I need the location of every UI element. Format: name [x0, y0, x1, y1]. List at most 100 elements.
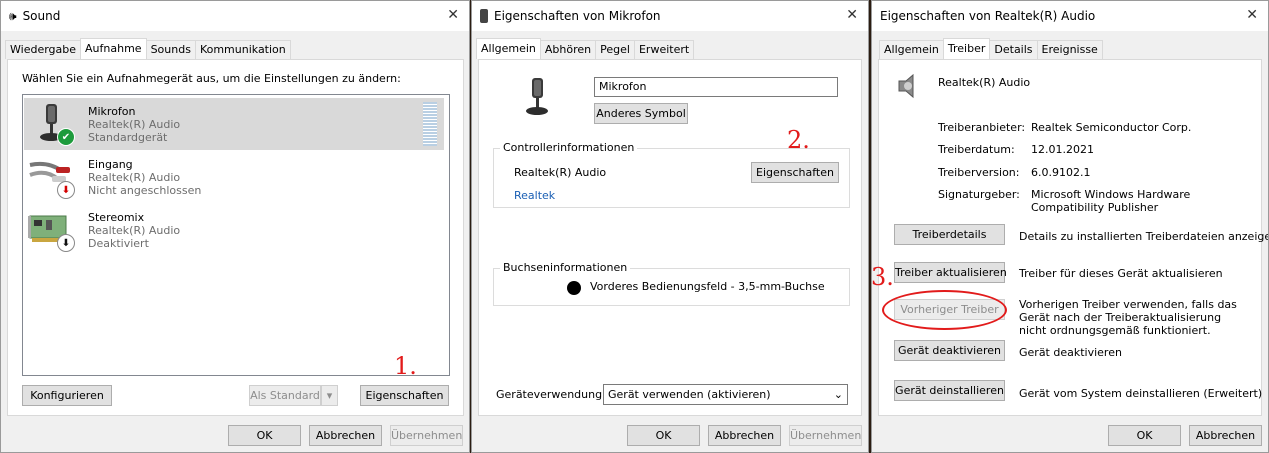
- version-value: 6.0.9102.1: [1031, 166, 1091, 179]
- device-name: Eingang: [88, 158, 133, 171]
- driver-details-button[interactable]: Treiberdetails: [894, 224, 1005, 245]
- tab-allgemein[interactable]: Allgemein: [879, 40, 944, 59]
- tab-ereignisse[interactable]: Ereignisse: [1036, 40, 1103, 59]
- device-status: Nicht angeschlossen: [88, 184, 202, 197]
- speaker-icon: [895, 72, 919, 100]
- tab-details[interactable]: Details: [989, 40, 1038, 59]
- annotation-number: 2.: [787, 126, 810, 154]
- level-meter: [423, 102, 437, 146]
- usage-select[interactable]: Gerät verwenden (aktivieren) ⌄: [603, 384, 848, 405]
- mic-titlebar[interactable]: Eigenschaften von Mikrofon ✕: [472, 1, 868, 31]
- tab-sounds[interactable]: Sounds: [145, 40, 196, 59]
- device-name: Stereomix: [88, 211, 145, 224]
- version-key: Treiberversion:: [938, 166, 1020, 179]
- tab-treiber[interactable]: Treiber: [942, 38, 991, 59]
- realtek-properties-window: Eigenschaften von Realtek(R) Audio ✕ All…: [871, 0, 1269, 453]
- device-driver: Realtek(R) Audio: [88, 118, 181, 131]
- tab-allgemein[interactable]: Allgemein: [476, 38, 541, 59]
- tab-abhoeren[interactable]: Abhören: [539, 40, 597, 59]
- uninstall-device-desc: Gerät vom System deinstallieren (Erweite…: [1019, 387, 1263, 400]
- chevron-down-icon: ⌄: [833, 388, 843, 401]
- date-key: Treiberdatum:: [938, 143, 1015, 156]
- tab-pegel[interactable]: Pegel: [595, 40, 635, 59]
- close-icon[interactable]: ✕: [447, 7, 459, 23]
- apply-button[interactable]: Übernehmen: [789, 425, 862, 446]
- ok-button[interactable]: OK: [627, 425, 700, 446]
- window-title: Eigenschaften von Mikrofon: [494, 9, 661, 23]
- tab-panel: Realtek(R) Audio Treiberanbieter: Realte…: [872, 59, 1268, 416]
- rollback-highlight-ellipse: [882, 290, 1007, 330]
- close-icon[interactable]: ✕: [1246, 7, 1258, 23]
- list-item[interactable]: ⬇ Eingang Realtek(R) Audio Nicht angesch…: [24, 151, 444, 203]
- down-arrow-red-badge-icon: ⬇: [57, 181, 75, 199]
- realtek-titlebar[interactable]: Eigenschaften von Realtek(R) Audio ✕: [872, 1, 1268, 31]
- tab-strip: Allgemein Abhören Pegel Erweitert: [476, 38, 695, 59]
- jack-text: Vorderes Bedienungsfeld - 3,5-mm-Buchse: [590, 280, 825, 293]
- tab-kommunikation[interactable]: Kommunikation: [194, 40, 291, 59]
- jack-legend: Buchseninformationen: [500, 261, 631, 274]
- ok-button[interactable]: OK: [1108, 425, 1181, 446]
- device-status: Standardgerät: [88, 131, 168, 144]
- device-list[interactable]: ✔ Mikrofon Realtek(R) Audio Standardgerä…: [22, 94, 450, 376]
- disable-device-button[interactable]: Gerät deaktivieren: [894, 340, 1005, 361]
- cancel-button[interactable]: Abbrechen: [708, 425, 781, 446]
- signer-value: Microsoft Windows Hardware Compatibility…: [1031, 188, 1191, 214]
- ok-button[interactable]: OK: [228, 425, 301, 446]
- change-icon-button[interactable]: Anderes Symbol: [594, 103, 688, 124]
- device-name-input[interactable]: Mikrofon: [594, 77, 838, 97]
- date-value: 12.01.2021: [1031, 143, 1094, 156]
- chevron-down-icon: ▾: [326, 389, 333, 402]
- jack-info-group: Buchseninformationen Vorderes Bedienungs…: [493, 261, 850, 306]
- list-item[interactable]: ✔ Mikrofon Realtek(R) Audio Standardgerä…: [24, 98, 444, 150]
- device-driver: Realtek(R) Audio: [88, 171, 181, 184]
- device-name-value: Mikrofon: [599, 80, 647, 93]
- disable-device-desc: Gerät deaktivieren: [1019, 346, 1122, 359]
- tab-panel: Mikrofon Anderes Symbol Controllerinform…: [478, 59, 862, 416]
- tab-strip: Allgemein Treiber Details Ereignisse: [879, 38, 1103, 59]
- provider-value: Realtek Semiconductor Corp.: [1031, 121, 1192, 134]
- tab-aufnahme[interactable]: Aufnahme: [80, 38, 147, 59]
- microphone-properties-window: Eigenschaften von Mikrofon ✕ Allgemein A…: [471, 0, 869, 453]
- list-item[interactable]: ⬇ Stereomix Realtek(R) Audio Deaktiviert: [24, 204, 444, 256]
- usage-value: Gerät verwenden (aktivieren): [608, 388, 771, 401]
- device-status: Deaktiviert: [88, 237, 149, 250]
- apply-button[interactable]: Übernehmen: [390, 425, 463, 446]
- controller-properties-button[interactable]: Eigenschaften: [751, 162, 839, 183]
- window-title: Sound: [22, 9, 61, 23]
- annotation-number: 1.: [394, 352, 417, 380]
- update-driver-button[interactable]: Treiber aktualisieren: [894, 262, 1007, 283]
- properties-button[interactable]: Eigenschaften: [360, 385, 449, 406]
- cancel-button[interactable]: Abbrechen: [1189, 425, 1262, 446]
- device-name: Mikrofon: [88, 105, 136, 118]
- controller-legend: Controllerinformationen: [500, 141, 638, 154]
- set-default-dropdown[interactable]: ▾: [321, 385, 338, 406]
- down-arrow-black-badge-icon: ⬇: [57, 234, 75, 252]
- device-driver: Realtek(R) Audio: [88, 224, 181, 237]
- window-title: Eigenschaften von Realtek(R) Audio: [880, 9, 1096, 23]
- microphone-icon: [524, 76, 550, 118]
- rollback-driver-desc: Vorherigen Treiber verwenden, falls das …: [1019, 298, 1237, 337]
- driver-details-desc: Details zu installierten Treiberdateien …: [1019, 230, 1269, 243]
- usage-label: Geräteverwendung:: [496, 388, 606, 401]
- microphone-small-icon: [480, 9, 488, 23]
- controller-vendor-link[interactable]: Realtek: [514, 189, 555, 202]
- update-driver-desc: Treiber für dieses Gerät aktualisieren: [1019, 267, 1223, 280]
- device-name: Realtek(R) Audio: [938, 76, 1031, 89]
- provider-key: Treiberanbieter:: [938, 121, 1026, 134]
- annotation-number: 3.: [871, 263, 894, 291]
- tab-wiedergabe[interactable]: Wiedergabe: [5, 40, 82, 59]
- uninstall-device-button[interactable]: Gerät deinstallieren: [894, 380, 1005, 401]
- controller-info-group: Controllerinformationen Realtek(R) Audio…: [493, 141, 850, 208]
- sound-window: 🕪 Sound ✕ Wiedergabe Aufnahme Sounds Kom…: [0, 0, 470, 453]
- tab-erweitert[interactable]: Erweitert: [633, 40, 695, 59]
- set-default-button[interactable]: Als Standard: [249, 385, 321, 406]
- check-badge-icon: ✔: [57, 128, 75, 146]
- sound-titlebar[interactable]: 🕪 Sound ✕: [1, 1, 469, 31]
- signer-key: Signaturgeber:: [938, 188, 1020, 201]
- cancel-button[interactable]: Abbrechen: [309, 425, 382, 446]
- jack-color-icon: [567, 281, 581, 295]
- configure-button[interactable]: Konfigurieren: [22, 385, 112, 406]
- close-icon[interactable]: ✕: [846, 7, 858, 23]
- controller-name: Realtek(R) Audio: [514, 166, 607, 179]
- tab-panel: Wählen Sie ein Aufnahmegerät aus, um die…: [7, 59, 464, 416]
